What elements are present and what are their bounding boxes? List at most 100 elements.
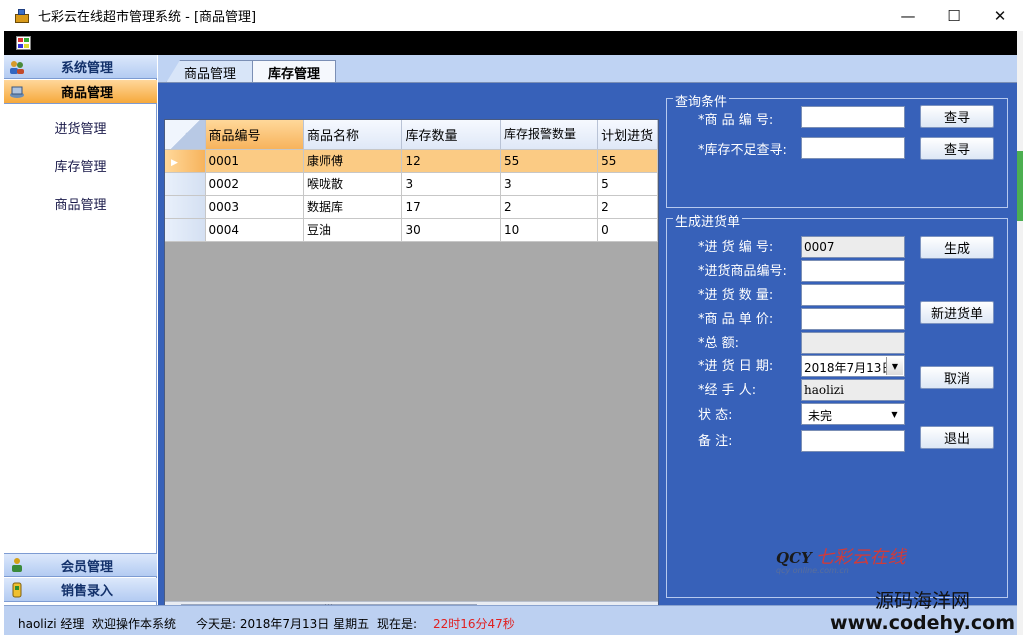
table-cell[interactable]: 17 [401, 195, 501, 219]
date-label: *进 货 日 期: [698, 359, 774, 374]
bottom-strip [0, 635, 1023, 644]
table-row[interactable]: 0003 数据库 17 2 2 [165, 195, 658, 219]
table-cell[interactable]: 0 [597, 218, 658, 242]
cancel-button[interactable]: 取消 [920, 366, 994, 389]
chevron-down-icon[interactable]: ▼ [886, 405, 903, 423]
remark-label: 备 注: [698, 434, 733, 449]
mdi-window-icon[interactable] [16, 36, 31, 50]
table-cell[interactable]: 喉咙散 [303, 172, 403, 196]
chevron-down-icon[interactable]: ▼ [886, 357, 903, 375]
quantity-input[interactable] [801, 284, 905, 306]
main-panel: 商品管理 库存管理 商品编号 商品名称 库存数量 库存报警数量 计划进货 ▶ 0… [158, 55, 1017, 619]
member-icon [9, 557, 25, 573]
new-order-button[interactable]: 新进货单 [920, 301, 994, 324]
table-cell[interactable]: 0003 [205, 195, 305, 219]
table-cell[interactable]: 2 [500, 195, 599, 219]
site-watermark: 源码海洋网 www.codehy.com [830, 590, 1015, 634]
status-now-label: 现在是: [377, 617, 418, 631]
table-row[interactable]: ▶ 0001 康师傅 12 55 55 [165, 149, 658, 173]
quantity-label: *进 货 数 量: [698, 288, 774, 303]
status-value: 未完 [808, 409, 833, 423]
product-no-label: *商 品 编 号: [698, 113, 774, 128]
table-cell[interactable]: 10 [500, 218, 599, 242]
table-row[interactable]: 0004 豆油 30 10 0 [165, 218, 658, 242]
table-cell[interactable]: 3 [500, 172, 599, 196]
query-panel-title: 查询条件 [673, 91, 730, 110]
date-picker[interactable]: 2018年7月13日 ▼ [801, 355, 905, 377]
table-cell[interactable]: 2 [597, 195, 658, 219]
query-low-stock-input[interactable] [801, 137, 905, 159]
site-watermark-line1: 源码海洋网 [875, 590, 971, 612]
status-today: 今天是: 2018年7月13日 星期五 [196, 617, 370, 631]
tab-goods[interactable]: 商品管理 [166, 60, 254, 83]
low-stock-search-button[interactable]: 查寻 [920, 137, 994, 160]
nav-header-label: 会员管理 [61, 559, 114, 575]
nav-header-goods[interactable]: 商品管理 [4, 80, 157, 104]
nav-item-inventory[interactable]: 库存管理 [4, 156, 157, 175]
row-selector[interactable]: ▶ [165, 149, 206, 173]
nav-item-purchase[interactable]: 进货管理 [4, 118, 157, 137]
nav-header-label: 系统管理 [61, 61, 114, 76]
window-edge [1017, 31, 1023, 635]
column-header[interactable]: 库存报警数量 [500, 120, 599, 150]
unit-price-label: *商 品 单 价: [698, 312, 774, 327]
remark-input[interactable] [801, 430, 905, 452]
column-header[interactable]: 计划进货 [597, 120, 658, 150]
sidebar: 系统管理 商品管理 进货管理 库存管理 商品管理 会员管理 销售录入 [4, 55, 157, 605]
low-stock-label: *库存不足查寻: [698, 143, 787, 158]
tab-content: 商品编号 商品名称 库存数量 库存报警数量 计划进货 ▶ 0001 康师傅 12… [158, 82, 1017, 619]
brand-logo-name: 七彩云在线 [815, 547, 906, 568]
table-cell[interactable]: 0004 [205, 218, 305, 242]
exit-button[interactable]: 退出 [920, 426, 994, 449]
order-product-no-label: *进货商品编号: [698, 264, 787, 279]
nav-header-members[interactable]: 会员管理 [4, 553, 157, 577]
window-title: 七彩云在线超市管理系统 - [商品管理] [38, 10, 257, 25]
generate-button[interactable]: 生成 [920, 236, 994, 259]
query-product-no-input[interactable] [801, 106, 905, 128]
table-cell[interactable]: 30 [401, 218, 501, 242]
table-cell[interactable]: 0002 [205, 172, 305, 196]
status-select[interactable]: 未完 ▼ [801, 403, 905, 425]
unit-price-input[interactable] [801, 308, 905, 330]
handler-label: *经 手 人: [698, 383, 757, 398]
search-button[interactable]: 查寻 [920, 105, 994, 128]
nav-item-goods[interactable]: 商品管理 [4, 194, 157, 213]
table-cell[interactable]: 55 [500, 149, 599, 173]
minimize-button[interactable]: — [885, 0, 931, 31]
order-no-field: 0007 [801, 236, 905, 258]
nav-header-sales[interactable]: 销售录入 [4, 578, 157, 602]
order-product-no-input[interactable] [801, 260, 905, 282]
users-icon [9, 59, 25, 75]
table-cell[interactable]: 豆油 [303, 218, 403, 242]
column-header[interactable]: 库存数量 [401, 120, 501, 150]
table-cell[interactable]: 55 [597, 149, 658, 173]
order-no-label: *进 货 编 号: [698, 240, 774, 255]
table-cell[interactable]: 0001 [205, 149, 305, 173]
row-pointer-icon: ▶ [171, 157, 178, 168]
table-cell[interactable]: 5 [597, 172, 658, 196]
inventory-grid[interactable]: 商品编号 商品名称 库存数量 库存报警数量 计划进货 ▶ 0001 康师傅 12… [164, 119, 659, 619]
column-header[interactable]: 商品编号 [205, 120, 305, 150]
row-selector[interactable] [165, 218, 206, 242]
handler-field: haolizi [801, 379, 905, 401]
query-panel: 查询条件 *商 品 编 号: 查寻 *库存不足查寻: 查寻 [666, 91, 1008, 208]
table-cell[interactable]: 3 [401, 172, 501, 196]
column-header[interactable]: 商品名称 [303, 120, 403, 150]
nav-header-label: 销售录入 [61, 584, 114, 599]
site-watermark-line2: www.codehy.com [830, 612, 1015, 634]
tab-inventory[interactable]: 库存管理 [252, 60, 336, 84]
row-selector[interactable] [165, 195, 206, 219]
maximize-button[interactable]: ☐ [931, 0, 977, 31]
close-button[interactable]: ✕ [977, 0, 1023, 31]
table-cell[interactable]: 数据库 [303, 195, 403, 219]
menu-strip [4, 31, 1017, 55]
total-label: *总 额: [698, 336, 740, 351]
table-cell[interactable]: 12 [401, 149, 501, 173]
brand-logo-sub: qcy online.com.cn [776, 566, 849, 575]
grid-corner [165, 120, 206, 150]
row-selector[interactable] [165, 172, 206, 196]
table-cell[interactable]: 康师傅 [303, 149, 403, 173]
nav-header-system[interactable]: 系统管理 [4, 55, 157, 79]
nav-header-label: 商品管理 [61, 86, 114, 101]
table-row[interactable]: 0002 喉咙散 3 3 5 [165, 172, 658, 196]
